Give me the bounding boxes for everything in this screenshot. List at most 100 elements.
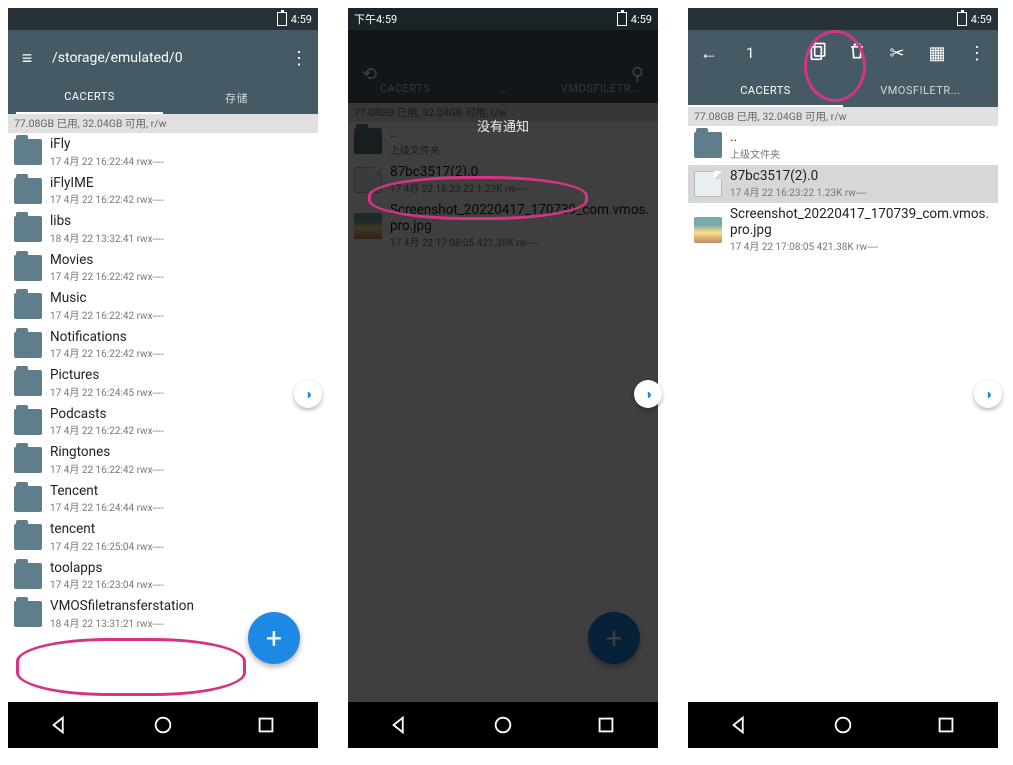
item-name: iFlyIME (50, 176, 312, 192)
list-item[interactable]: Pictures17 4月 22 16:24:45 rwx---- (8, 364, 318, 403)
item-meta: 17 4月 22 16:24:44 rwx---- (50, 499, 312, 514)
location-icon[interactable]: ⚲ (631, 64, 644, 85)
item-meta: 18 4月 22 13:32:41 rwx---- (50, 230, 312, 245)
nav-home-icon[interactable] (492, 714, 514, 736)
tab-vmos[interactable]: VMOSFILETR... (843, 76, 998, 107)
nav-recent-icon[interactable] (935, 714, 957, 736)
battery-icon (617, 12, 627, 26)
list-item[interactable]: iFly17 4月 22 16:22:44 rwx---- (8, 133, 318, 172)
parent-folder-row[interactable]: .. 上级文件夹 (348, 122, 658, 161)
app-bar: ≡ /storage/emulated/0 ⋮ CACERTS 存储 (8, 30, 318, 114)
folder-icon (14, 139, 42, 165)
status-bar: 4:59 (688, 8, 998, 30)
list-item[interactable]: Screenshot_20220417_170739_com.vmos.pro.… (688, 203, 998, 257)
nav-recent-icon[interactable] (255, 714, 277, 736)
clock-text: 4:59 (291, 13, 312, 26)
item-meta: 17 4月 22 16:22:42 rwx---- (50, 268, 312, 283)
parent-sub: 上级文件夹 (390, 142, 652, 157)
list-item[interactable]: 87bc3517(2).017 4月 22 16:23:22 1.23K rw-… (348, 161, 658, 200)
overflow-icon[interactable]: ⋮ (288, 48, 310, 69)
path-title: /storage/emulated/0 (52, 50, 274, 66)
tab-storage[interactable]: 存储 (163, 82, 310, 114)
file-icon (694, 171, 722, 197)
item-meta: 17 4月 22 16:22:44 rwx---- (50, 153, 312, 168)
tab-middle[interactable]: ... (454, 74, 552, 103)
item-meta: 17 4月 22 16:23:22 1.23K rw---- (390, 180, 652, 195)
list-item[interactable]: Notifications17 4月 22 16:22:42 rwx---- (8, 326, 318, 365)
item-meta: 17 4月 22 16:24:45 rwx---- (50, 384, 312, 399)
tab-cacerts[interactable]: CACERTS (16, 82, 163, 114)
folder-icon (14, 447, 42, 473)
folder-icon (14, 524, 42, 550)
nav-home-icon[interactable] (152, 714, 174, 736)
cut-icon[interactable]: ✂ (886, 43, 908, 64)
list-item[interactable]: Movies17 4月 22 16:22:42 rwx---- (8, 249, 318, 288)
item-name: 87bc3517(2).0 (730, 169, 992, 185)
parent-folder-row[interactable]: .. 上级文件夹 (688, 126, 998, 165)
storage-usage-text: 77.08GB 已用, 32.04GB 可用, r/w (8, 114, 318, 133)
clock-text: 4:59 (631, 13, 652, 26)
tab-cacerts[interactable]: CACERTS (688, 76, 843, 107)
fab-add-button[interactable]: + (248, 612, 300, 664)
item-meta: 17 4月 22 16:23:04 rwx---- (50, 576, 312, 591)
nav-recent-icon[interactable] (595, 714, 617, 736)
phone-screenshot-1: 4:59 ≡ /storage/emulated/0 ⋮ CACERTS 存储 … (8, 8, 318, 748)
nav-back-icon[interactable] (389, 714, 411, 736)
nav-back-icon[interactable] (49, 714, 71, 736)
list-item[interactable]: Screenshot_20220417_170739_com.vmos.pro.… (348, 199, 658, 253)
list-item[interactable]: Tencent17 4月 22 16:24:44 rwx---- (8, 480, 318, 519)
list-item[interactable]: Music17 4月 22 16:22:42 rwx---- (8, 287, 318, 326)
folder-icon (14, 409, 42, 435)
list-item[interactable]: toolapps17 4月 22 16:23:04 rwx---- (8, 557, 318, 596)
fab-add-button[interactable]: + (588, 612, 640, 664)
delete-icon[interactable] (846, 41, 868, 66)
list-item[interactable]: iFlyIME17 4月 22 16:22:42 rwx---- (8, 172, 318, 211)
rotate-icon[interactable]: ⟲ (362, 64, 377, 85)
nav-home-icon[interactable] (832, 714, 854, 736)
item-name: Podcasts (50, 407, 312, 423)
nav-back-icon[interactable] (729, 714, 751, 736)
list-item[interactable]: tencent17 4月 22 16:25:04 rwx---- (8, 518, 318, 557)
item-meta: 17 4月 22 16:22:42 rwx---- (50, 345, 312, 360)
floating-assistant-icon[interactable]: ◑ (294, 380, 322, 408)
folder-icon (354, 128, 382, 154)
folder-icon (14, 216, 42, 242)
item-meta: 17 4月 22 17:08:05 421.38K rw---- (390, 234, 652, 249)
floating-assistant-icon[interactable]: ◑ (634, 380, 662, 408)
item-meta: 17 4月 22 16:22:42 rwx---- (50, 307, 312, 322)
image-thumbnail-icon (354, 213, 382, 239)
list-item[interactable]: Ringtones17 4月 22 16:22:42 rwx---- (8, 441, 318, 480)
storage-usage-text: 77.08GB 已用, 32.04GB 可用, r/w (348, 103, 658, 122)
folder-icon (14, 601, 42, 627)
file-list[interactable]: .. 上级文件夹 87bc3517(2).017 4月 22 16:23:22 … (688, 126, 998, 702)
selection-action-bar: ← 1 ✂ ▦ ⋮ (688, 30, 998, 76)
item-name: Screenshot_20220417_170739_com.vmos.pro.… (730, 207, 992, 238)
item-meta: 17 4月 22 16:22:42 rwx---- (50, 461, 312, 476)
select-all-icon[interactable]: ▦ (926, 43, 948, 64)
copy-icon[interactable] (808, 41, 828, 65)
tab-bar: CACERTS VMOSFILETR... (688, 76, 998, 107)
phone-screenshot-2: 下午4:59 4:59 ⟲ ⚲ CACERTS ... VMOSFILETR..… (348, 8, 658, 748)
floating-assistant-icon[interactable]: ◑ (974, 380, 1002, 408)
item-name: libs (50, 214, 312, 230)
clock-text: 4:59 (971, 13, 992, 26)
item-name: 87bc3517(2).0 (390, 165, 652, 181)
item-name: tencent (50, 522, 312, 538)
folder-icon (14, 370, 42, 396)
app-bar: ⟲ ⚲ CACERTS ... VMOSFILETR... (348, 30, 658, 103)
image-thumbnail-icon (694, 217, 722, 243)
phone-screenshot-3: 4:59 ← 1 ✂ ▦ ⋮ CACERTS VMOSFILETR... 77.… (688, 8, 998, 748)
item-name: Music (50, 291, 312, 307)
overflow-icon[interactable]: ⋮ (966, 43, 988, 64)
storage-usage-text: 77.08GB 已用, 32.04GB 可用, r/w (688, 107, 998, 126)
battery-icon (957, 12, 967, 26)
hamburger-icon[interactable]: ≡ (16, 48, 38, 69)
list-item[interactable]: libs18 4月 22 13:32:41 rwx---- (8, 210, 318, 249)
back-arrow-icon[interactable]: ← (698, 43, 720, 64)
folder-icon (14, 563, 42, 589)
folder-icon (14, 178, 42, 204)
clock-prefix-text: 下午4:59 (354, 11, 397, 27)
list-item[interactable]: 87bc3517(2).017 4月 22 16:23:22 1.23K rw-… (688, 165, 998, 204)
item-name: Ringtones (50, 445, 312, 461)
list-item[interactable]: Podcasts17 4月 22 16:22:42 rwx---- (8, 403, 318, 442)
